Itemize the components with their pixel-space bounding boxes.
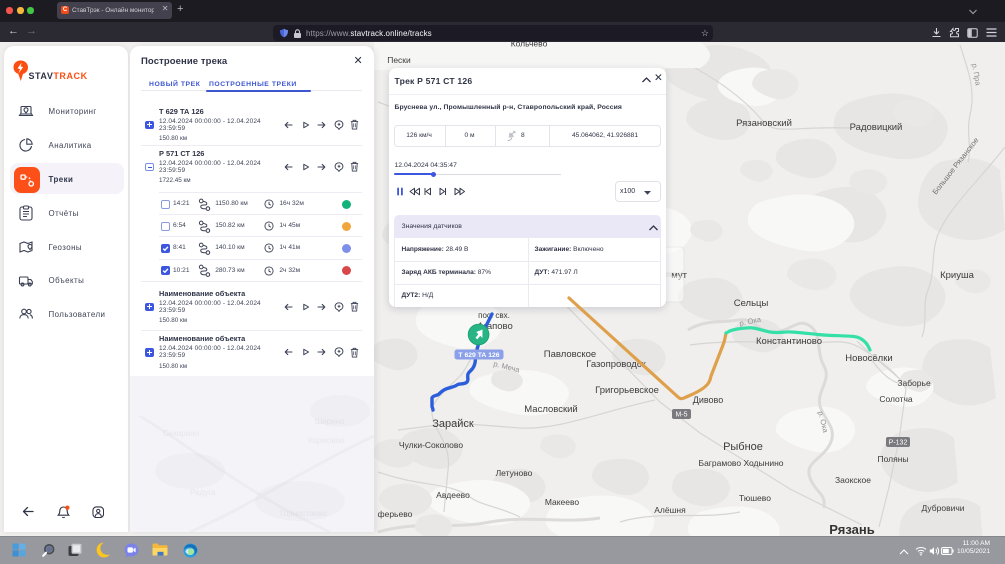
svg-text:Т 629 ТА 126: Т 629 ТА 126 xyxy=(458,352,499,359)
